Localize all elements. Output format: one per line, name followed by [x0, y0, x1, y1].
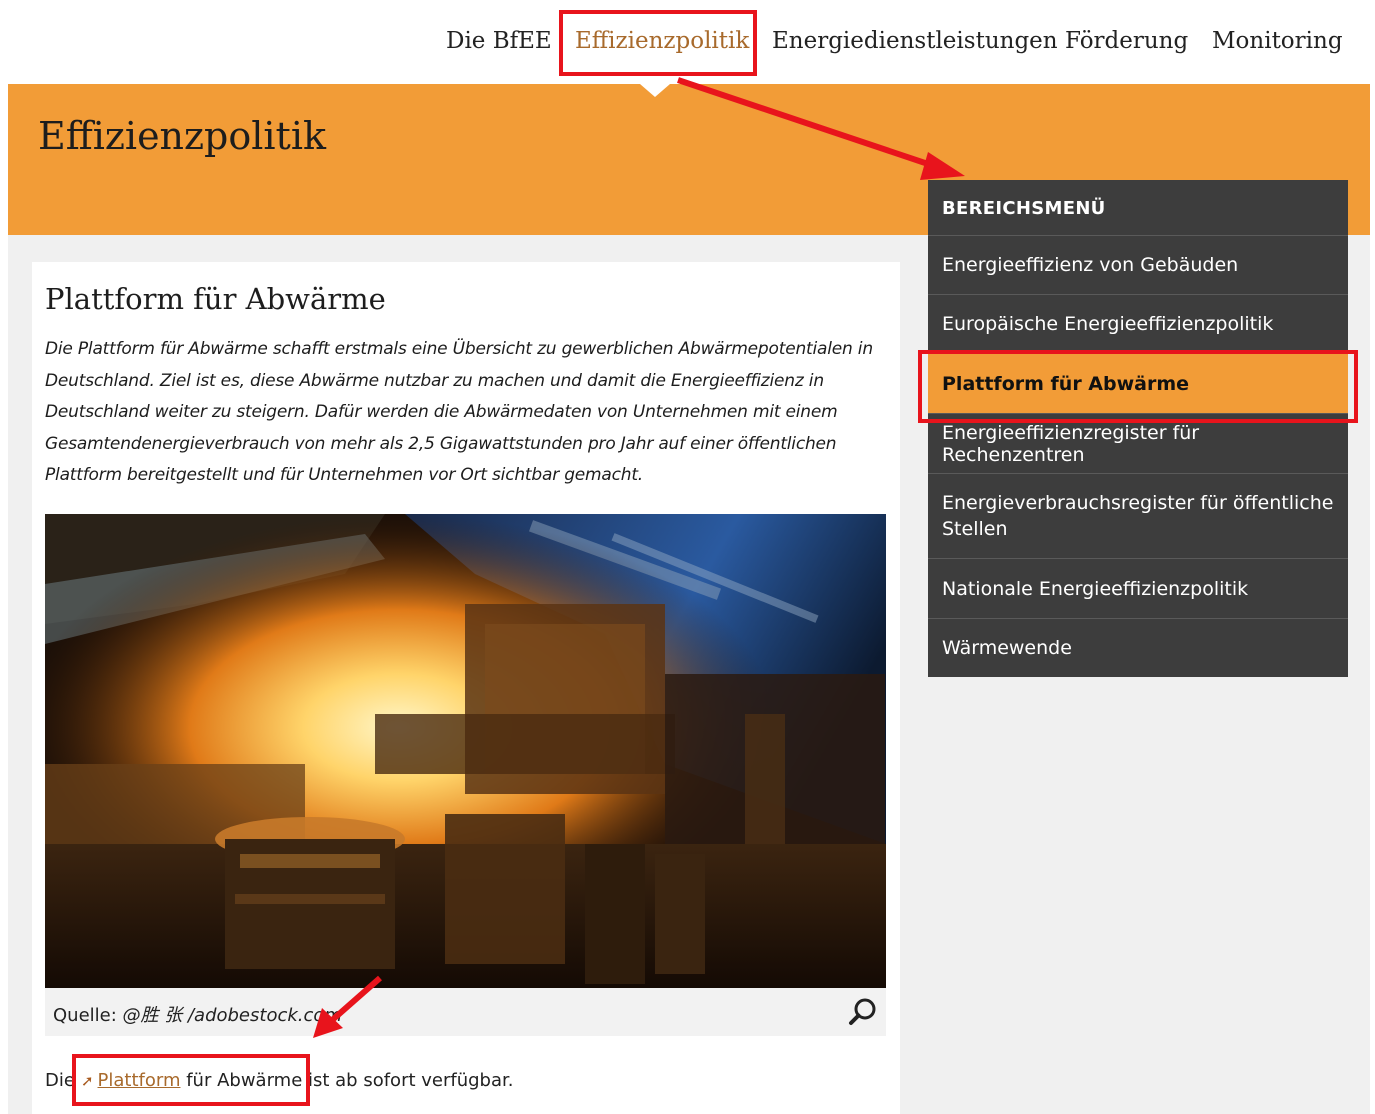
platform-link-line: Die ➚ Plattform für Abwärme ist ab sofort … [45, 1070, 513, 1091]
caption-source: @胜 张 /adobestock.com [122, 1005, 342, 1026]
steel-mill-photo [45, 514, 886, 988]
nav-item-energiedienstleistungen[interactable]: Energiedienstleistungen [772, 28, 1058, 54]
nav-item-foerderung[interactable]: Förderung [1065, 28, 1188, 54]
sidemenu-item-waermewende[interactable]: Wärmewende [928, 619, 1348, 677]
external-arrow-icon: ➚ [80, 1072, 94, 1090]
sidemenu-item-oeffentliche-stellen[interactable]: Energieverbrauchsregister für öffentlich… [928, 474, 1348, 559]
section-menu-heading: BEREICHSMENÜ [928, 180, 1348, 236]
sidemenu-item-rechenzentren[interactable]: Energieeffizienzregister für Rechenzentr… [928, 414, 1348, 474]
nav-item-monitoring[interactable]: Monitoring [1212, 28, 1343, 54]
image-caption: Quelle: @胜 张 /adobestock.com [45, 988, 886, 1036]
article-card: Plattform für Abwärme Die Plattform für … [32, 262, 900, 1114]
nav-item-effizienzpolitik[interactable]: Effizienzpolitik [575, 28, 749, 54]
magnifier-icon[interactable] [848, 997, 878, 1027]
sidemenu-item-nationale[interactable]: Nationale Energieeffizienzpolitik [928, 559, 1348, 619]
caption-label: Quelle: [53, 1005, 117, 1026]
article-title: Plattform für Abwärme [45, 282, 386, 316]
link-suffix: für Abwärme ist ab sofort verfügbar. [186, 1070, 514, 1091]
section-menu: BEREICHSMENÜ Energieeffizienz von Gebäud… [928, 180, 1348, 677]
caption-text: Quelle: @胜 张 /adobestock.com [53, 1001, 342, 1027]
nav-item-die-bfee[interactable]: Die BfEE [446, 28, 552, 54]
section-title: Effizienzpolitik [38, 114, 327, 158]
platform-link[interactable]: Plattform [98, 1070, 181, 1091]
article-image[interactable] [45, 514, 886, 988]
sidemenu-item-europaeische[interactable]: Europäische Energieeffizienzpolitik [928, 295, 1348, 354]
sidemenu-item-abwaerme[interactable]: Plattform für Abwärme [928, 354, 1348, 414]
active-nav-indicator [640, 84, 670, 97]
article-intro: Die Plattform für Abwärme schafft erstma… [45, 339, 873, 485]
sidemenu-item-gebaeude[interactable]: Energieeffizienz von Gebäuden [928, 236, 1348, 295]
top-navigation: Die BfEE Effizienzpolitik Energiedienstl… [0, 0, 1375, 84]
link-prefix: Die [45, 1070, 75, 1091]
